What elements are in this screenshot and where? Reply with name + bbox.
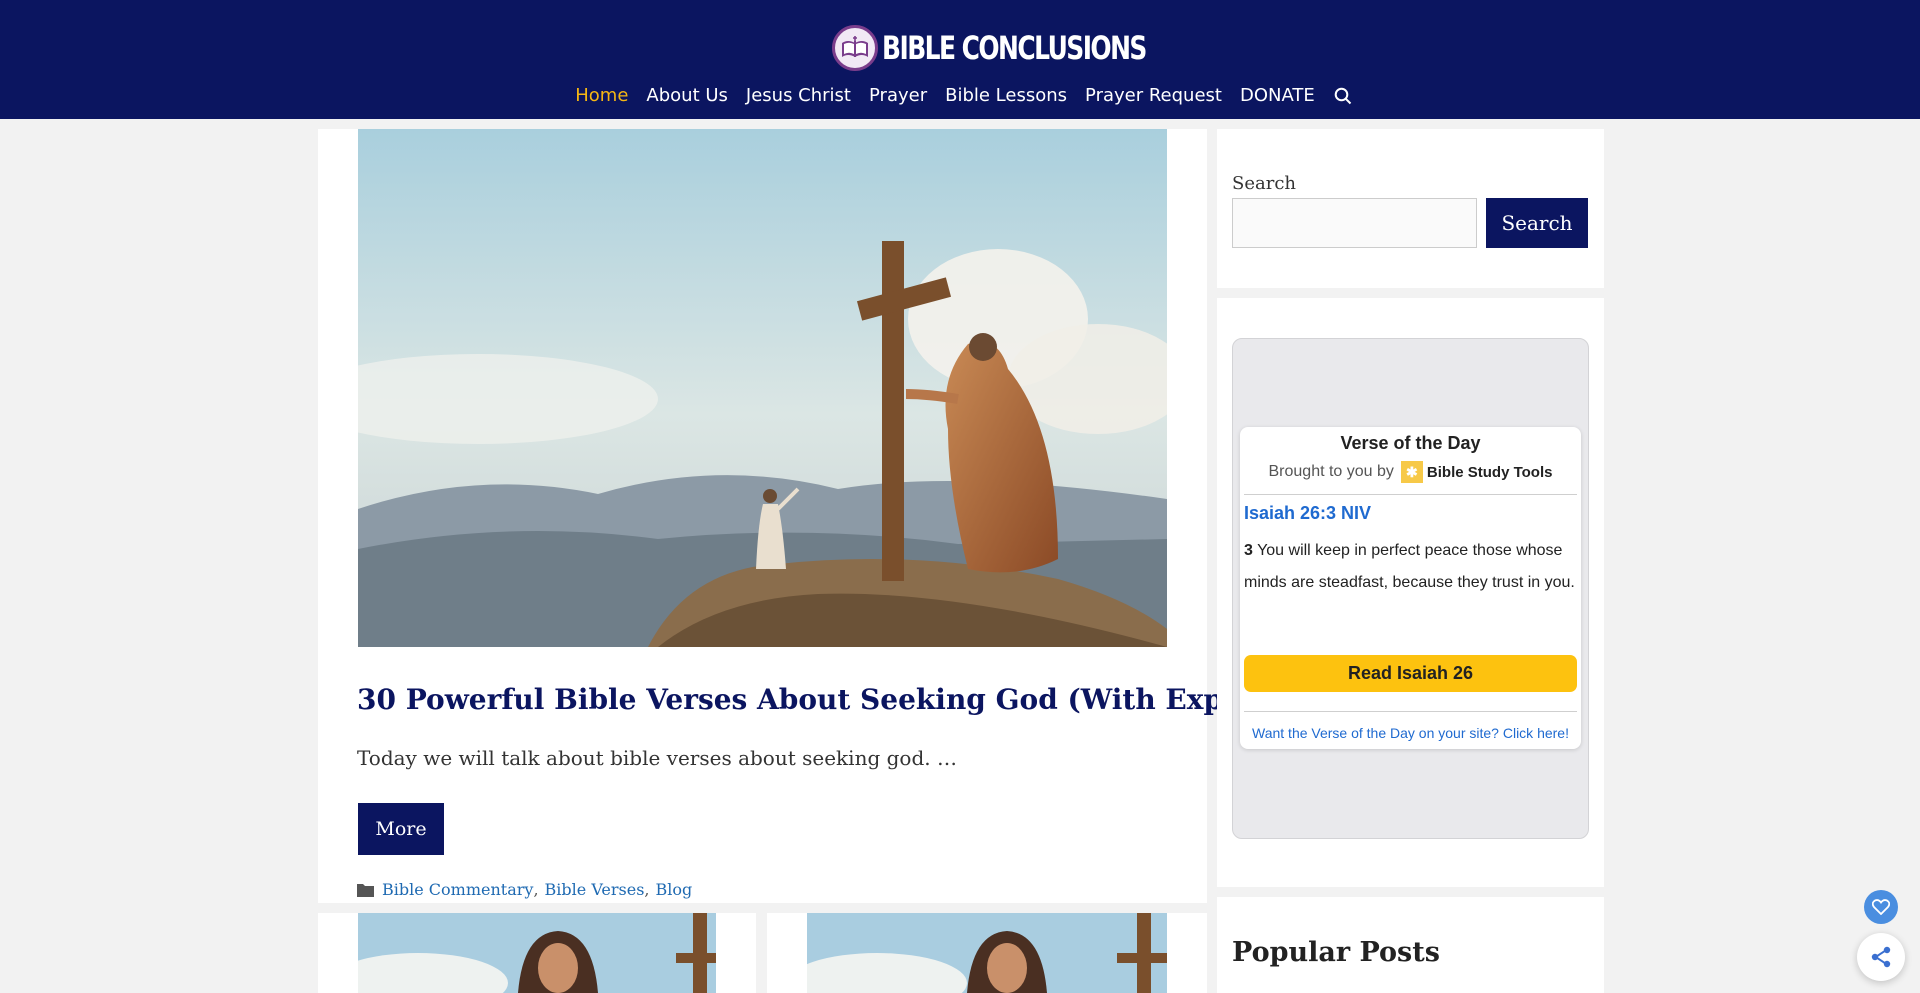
- search-button[interactable]: Search: [1486, 198, 1588, 248]
- open-bible-icon: [832, 25, 878, 71]
- post-card: [318, 913, 756, 993]
- post-title[interactable]: 30 Powerful Bible Verses About Seeking G…: [357, 680, 1366, 720]
- featured-post-card: [318, 129, 1207, 903]
- popular-posts-widget: Popular Posts: [1217, 897, 1604, 993]
- votd-attribution: Brought to you by ✱ Bible Study Tools: [1240, 461, 1581, 483]
- nav-prayer[interactable]: Prayer: [860, 84, 936, 108]
- share-icon[interactable]: [1857, 933, 1905, 981]
- folder-icon: [357, 883, 374, 897]
- votd-promo-link[interactable]: Want the Verse of the Day on your site? …: [1240, 725, 1581, 741]
- search-label: Search: [1232, 173, 1296, 194]
- logo-text: BIBLE CONCLUSIONS: [882, 29, 1147, 67]
- category-link-blog[interactable]: Blog: [656, 880, 693, 899]
- post-thumbnail[interactable]: [807, 913, 1167, 993]
- votd-reference-link[interactable]: Isaiah 26:3 NIV: [1244, 503, 1371, 524]
- featured-image[interactable]: [358, 129, 1167, 647]
- site-logo[interactable]: BIBLE CONCLUSIONS: [832, 24, 1220, 72]
- site-header: BIBLE CONCLUSIONS Home About Us Jesus Ch…: [0, 0, 1920, 119]
- votd-frame: Verse of the Day Brought to you by ✱ Bib…: [1232, 338, 1589, 839]
- nav-bible-lessons[interactable]: Bible Lessons: [936, 84, 1076, 108]
- read-chapter-button[interactable]: Read Isaiah 26: [1244, 655, 1577, 692]
- nav-prayer-request[interactable]: Prayer Request: [1076, 84, 1231, 108]
- nav-donate[interactable]: DONATE: [1231, 84, 1324, 108]
- votd-card: Verse of the Day Brought to you by ✱ Bib…: [1240, 427, 1581, 749]
- search-input[interactable]: [1232, 198, 1477, 248]
- divider: [1244, 494, 1577, 495]
- votd-title: Verse of the Day: [1340, 433, 1481, 453]
- nav-jesus-christ[interactable]: Jesus Christ: [737, 84, 860, 108]
- post-excerpt: Today we will talk about bible verses ab…: [357, 746, 957, 770]
- post-thumbnail[interactable]: [358, 913, 716, 993]
- category-separator: ,: [533, 880, 539, 899]
- search-widget: Search Search: [1217, 129, 1604, 288]
- nav-home[interactable]: Home: [566, 84, 637, 108]
- verse-of-the-day-widget: Verse of the Day Brought to you by ✱ Bib…: [1217, 298, 1604, 887]
- divider: [1244, 711, 1577, 712]
- main-nav: Home About Us Jesus Christ Prayer Bible …: [0, 84, 1920, 108]
- heart-icon[interactable]: [1864, 890, 1898, 924]
- category-separator: ,: [644, 880, 650, 899]
- category-link-bible-commentary[interactable]: Bible Commentary: [382, 880, 533, 899]
- verse-number: 3: [1244, 542, 1253, 559]
- votd-brought-by: Brought to you by: [1268, 463, 1394, 480]
- popular-posts-title: Popular Posts: [1232, 937, 1440, 968]
- star-icon: ✱: [1400, 461, 1423, 483]
- bible-study-tools-brand: Bible Study Tools: [1426, 463, 1553, 481]
- search-icon[interactable]: [1332, 85, 1354, 107]
- post-card: [767, 913, 1207, 993]
- more-button[interactable]: More: [358, 803, 444, 855]
- votd-verse: 3 You will keep in perfect peace those w…: [1244, 535, 1577, 599]
- bible-study-tools-logo[interactable]: ✱ Bible Study Tools: [1400, 461, 1553, 483]
- post-categories: Bible Commentary , Bible Verses , Blog: [357, 880, 692, 899]
- category-link-bible-verses[interactable]: Bible Verses: [545, 880, 645, 899]
- nav-about-us[interactable]: About Us: [637, 84, 737, 108]
- verse-text: You will keep in perfect peace those who…: [1244, 542, 1575, 591]
